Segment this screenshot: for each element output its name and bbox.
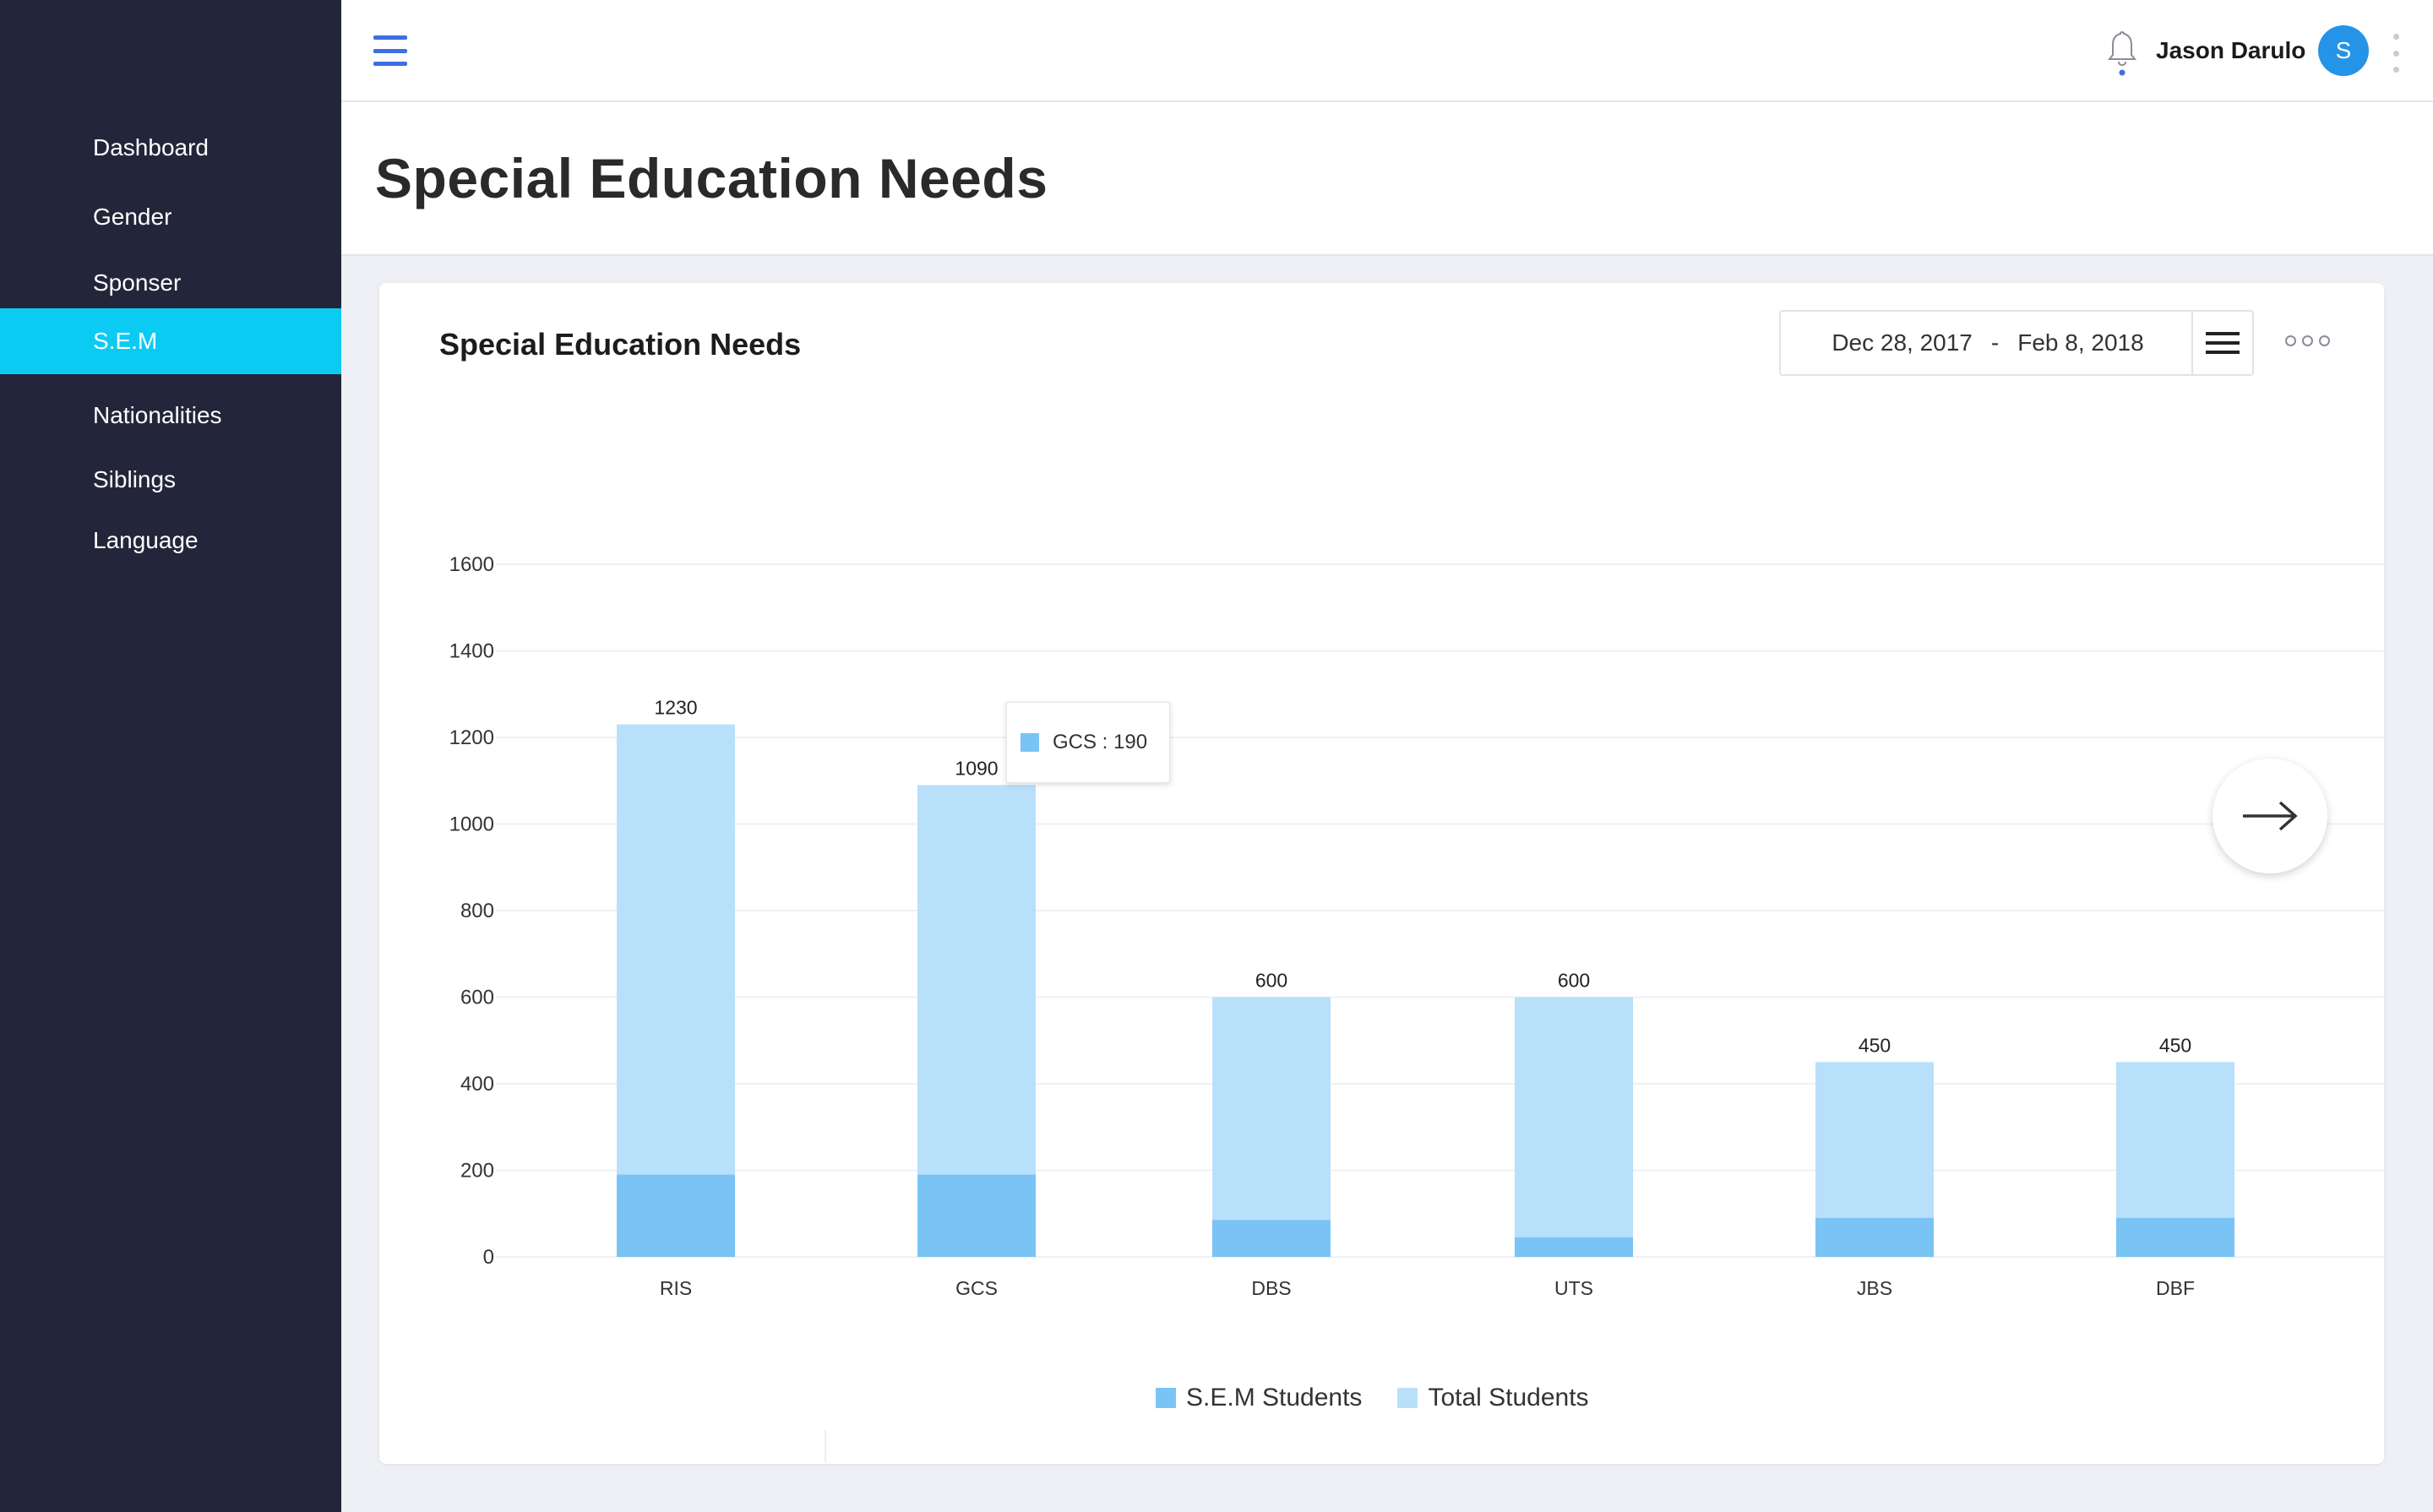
bar-total bbox=[1515, 997, 1633, 1257]
next-arrow-button[interactable] bbox=[2213, 759, 2327, 873]
y-tick-label: 600 bbox=[460, 987, 494, 1009]
sidebar-item-label: Sponser bbox=[93, 269, 182, 296]
x-tick-label: JBS bbox=[1857, 1277, 1892, 1299]
kebab-icon[interactable] bbox=[2391, 34, 2401, 73]
y-tick-label: 400 bbox=[460, 1073, 494, 1096]
x-tick-label: UTS bbox=[1554, 1277, 1593, 1299]
top-bar: Jason Darulo S bbox=[341, 0, 2433, 102]
sidebar-item-label: Gender bbox=[93, 204, 172, 230]
y-tick-label: 0 bbox=[483, 1246, 494, 1269]
bar-sem bbox=[617, 1174, 735, 1257]
data-label: 450 bbox=[2159, 1034, 2191, 1056]
y-tick-label: 200 bbox=[460, 1160, 494, 1183]
sidebar-item-language[interactable]: Language bbox=[0, 508, 341, 574]
legend-item-total[interactable]: Total Students bbox=[1397, 1384, 1589, 1412]
sidebar-item-siblings[interactable]: Siblings bbox=[0, 447, 341, 513]
user-name[interactable]: Jason Darulo bbox=[2156, 37, 2305, 64]
y-tick-label: 1400 bbox=[449, 640, 494, 663]
arrow-right-icon bbox=[2243, 801, 2298, 831]
data-label: 600 bbox=[1255, 970, 1287, 992]
chart-legend: S.E.M Students Total Students bbox=[1156, 1384, 1625, 1412]
sidebar-item-gender[interactable]: Gender bbox=[0, 184, 341, 250]
sidebar-item-label: Language bbox=[93, 527, 199, 553]
bar-chart: 0 200 400 600 800 1000 1200 1400 1600 1230 RIS 1090… bbox=[449, 553, 2384, 1299]
legend-swatch bbox=[1156, 1388, 1176, 1408]
page-header: Special Education Needs bbox=[341, 102, 2433, 256]
sidebar-item-label: Nationalities bbox=[93, 402, 222, 428]
menu-icon[interactable] bbox=[373, 35, 407, 66]
divider bbox=[825, 1430, 826, 1462]
tooltip-swatch bbox=[1021, 733, 1039, 752]
data-label: 600 bbox=[1558, 970, 1590, 992]
sidebar: Dashboard Gender Sponser S.E.M Nationali… bbox=[0, 0, 341, 1512]
sidebar-item-label: Dashboard bbox=[93, 134, 209, 160]
x-tick-label: RIS bbox=[660, 1277, 692, 1299]
sidebar-item-sem[interactable]: S.E.M bbox=[0, 308, 341, 374]
y-tick-label: 1600 bbox=[449, 553, 494, 576]
bar-sem bbox=[1815, 1217, 1934, 1257]
y-tick-label: 1000 bbox=[449, 813, 494, 836]
legend-item-sem[interactable]: S.E.M Students bbox=[1156, 1384, 1362, 1412]
data-label: 450 bbox=[1859, 1034, 1891, 1056]
bar-sem bbox=[2116, 1217, 2234, 1257]
sidebar-item-label: S.E.M bbox=[93, 328, 158, 354]
legend-label: Total Students bbox=[1428, 1384, 1589, 1411]
data-label: 1090 bbox=[955, 757, 998, 779]
sidebar-item-nationalities[interactable]: Nationalities bbox=[0, 383, 341, 449]
y-tick-label: 800 bbox=[460, 900, 494, 922]
y-tick-label: 1200 bbox=[449, 726, 494, 749]
data-label: 1230 bbox=[654, 697, 697, 719]
bar-sem bbox=[917, 1174, 1036, 1257]
x-tick-label: GCS bbox=[955, 1277, 998, 1299]
bar-sem bbox=[1212, 1220, 1331, 1257]
sidebar-item-dashboard[interactable]: Dashboard bbox=[0, 115, 341, 181]
x-tick-label: DBF bbox=[2156, 1277, 2195, 1299]
tooltip-text: GCS : 190 bbox=[1053, 731, 1148, 753]
bar-sem bbox=[1515, 1237, 1633, 1257]
sidebar-item-sponser[interactable]: Sponser bbox=[0, 250, 341, 316]
legend-swatch bbox=[1397, 1388, 1418, 1408]
sidebar-item-label: Siblings bbox=[93, 466, 177, 492]
bar-total bbox=[1212, 997, 1331, 1257]
avatar[interactable]: S bbox=[2318, 25, 2369, 76]
legend-label: S.E.M Students bbox=[1186, 1384, 1363, 1411]
bell-icon[interactable] bbox=[2105, 27, 2139, 78]
x-tick-label: DBS bbox=[1251, 1277, 1291, 1299]
chart-card: Special Education Needs Dec 28, 2017 - F… bbox=[379, 283, 2384, 1464]
chart-tooltip: GCS : 190 bbox=[1006, 702, 1170, 783]
page-title: Special Education Needs bbox=[375, 147, 1048, 209]
